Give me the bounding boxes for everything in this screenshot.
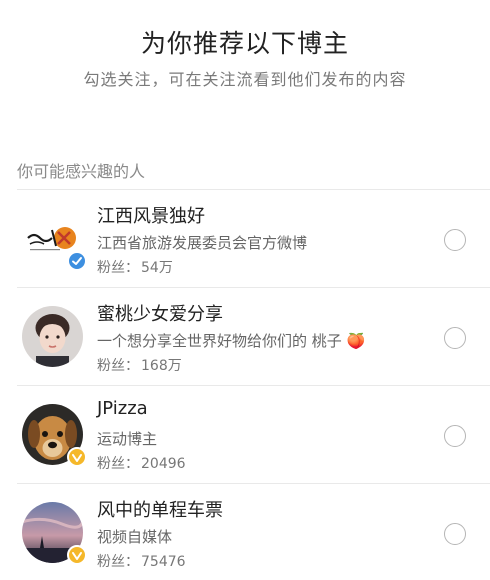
blogger-list: 江西风景独好 江西省旅游发展委员会官方微博 粉丝： 54万 蜜桃少女爱分享 一个… [0, 190, 490, 580]
fans-label: 粉丝： [97, 260, 139, 276]
avatar[interactable] [22, 404, 87, 467]
blogger-name: JPizza [97, 398, 148, 419]
blogger-name: 江西风景独好 [97, 206, 205, 227]
fans-value: 20496 [141, 456, 186, 472]
blogger-description: 视频自媒体 [97, 528, 173, 546]
follow-radio[interactable] [444, 523, 466, 545]
avatar[interactable] [22, 208, 87, 271]
fans-count: 粉丝： 54万 [97, 257, 173, 277]
page-title: 为你推荐以下博主 [140, 29, 349, 58]
blogger-name: 蜜桃少女爱分享 [97, 304, 223, 325]
blogger-row[interactable]: 蜜桃少女爱分享 一个想分享全世界好物给你们的 桃子 🍑 粉丝： 168万 [17, 288, 490, 386]
fans-count: 粉丝： 20496 [97, 453, 186, 473]
avatar[interactable] [22, 306, 83, 367]
recommend-bloggers-page: 为你推荐以下博主 勾选关注，可在关注流看到他们发布的内容 你可能感兴趣的人 江西… [0, 0, 490, 580]
gold-verified-icon [67, 545, 87, 565]
fans-value: 54万 [141, 260, 173, 276]
follow-radio[interactable] [444, 425, 466, 447]
fans-count: 粉丝： 168万 [97, 355, 182, 375]
avatar[interactable] [22, 502, 87, 565]
fans-label: 粉丝： [97, 554, 139, 570]
blogger-description: 运动博主 [97, 430, 158, 448]
fans-value: 75476 [141, 554, 186, 570]
blogger-name: 风中的单程车票 [97, 500, 223, 521]
avatar-image [22, 306, 83, 367]
gold-verified-icon [67, 447, 87, 467]
blogger-row[interactable]: 江西风景独好 江西省旅游发展委员会官方微博 粉丝： 54万 [17, 190, 490, 288]
blogger-row[interactable]: JPizza 运动博主 粉丝： 20496 [17, 386, 490, 484]
fans-count: 粉丝： 75476 [97, 551, 186, 571]
fans-label: 粉丝： [97, 456, 139, 472]
follow-radio[interactable] [444, 229, 466, 251]
blue-verified-icon [67, 251, 87, 271]
blogger-description: 江西省旅游发展委员会官方微博 [97, 234, 308, 252]
fans-value: 168万 [141, 358, 182, 374]
section-title: 你可能感兴趣的人 [17, 162, 146, 181]
blogger-row[interactable]: 风中的单程车票 视频自媒体 粉丝： 75476 [17, 484, 490, 580]
follow-radio[interactable] [444, 327, 466, 349]
fans-label: 粉丝： [97, 358, 139, 374]
blogger-description: 一个想分享全世界好物给你们的 桃子 🍑 [97, 332, 366, 350]
page-subtitle: 勾选关注，可在关注流看到他们发布的内容 [83, 70, 407, 89]
